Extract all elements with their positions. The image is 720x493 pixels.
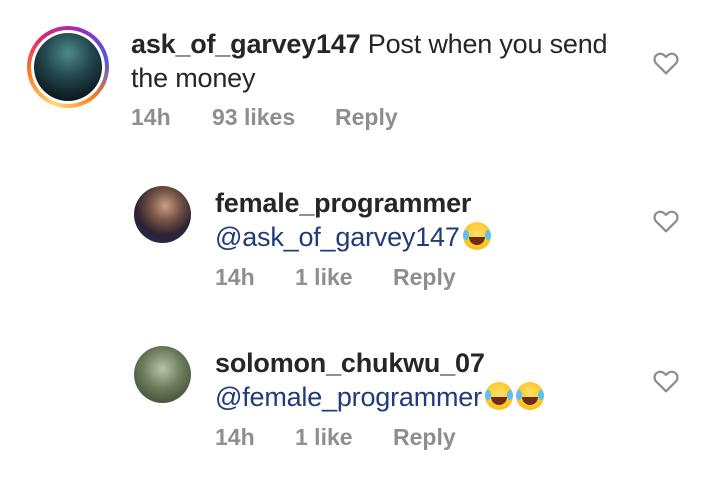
likes-count[interactable]: 1 like bbox=[295, 424, 353, 451]
reply-button[interactable]: Reply bbox=[393, 424, 456, 451]
reply-button[interactable]: Reply bbox=[393, 264, 456, 291]
laughing-emoji-icon bbox=[484, 382, 513, 410]
comment-username[interactable]: ask_of_garvey147 bbox=[131, 29, 361, 59]
avatar[interactable] bbox=[134, 186, 191, 243]
comment-time: 14h bbox=[131, 104, 171, 130]
comment-body: solomon_chukwu_07 @female_programmer bbox=[215, 346, 655, 414]
avatar[interactable] bbox=[134, 346, 191, 403]
comment-body: female_programmer @ask_of_garvey147 bbox=[215, 186, 655, 254]
comment-username[interactable]: solomon_chukwu_07 bbox=[215, 348, 485, 378]
heart-icon[interactable] bbox=[653, 369, 679, 393]
comment-time: 14h bbox=[215, 424, 255, 450]
comment-body: ask_of_garvey147 Post when you send the … bbox=[131, 27, 631, 95]
laughing-emoji-icon bbox=[515, 382, 544, 410]
heart-icon[interactable] bbox=[653, 51, 679, 75]
mention-link[interactable]: @ask_of_garvey147 bbox=[215, 222, 460, 252]
likes-count[interactable]: 93 likes bbox=[212, 104, 295, 131]
mention-link[interactable]: @female_programmer bbox=[215, 382, 482, 412]
heart-icon[interactable] bbox=[653, 209, 679, 233]
comment-username[interactable]: female_programmer bbox=[215, 188, 471, 218]
laughing-emoji-icon bbox=[462, 222, 491, 250]
comment-time: 14h bbox=[215, 264, 255, 290]
reply-button[interactable]: Reply bbox=[335, 104, 398, 131]
comment-text-line2: the money bbox=[131, 63, 256, 93]
comment-text: Post when you send bbox=[367, 29, 608, 59]
likes-count[interactable]: 1 like bbox=[295, 264, 353, 291]
avatar[interactable] bbox=[27, 26, 109, 108]
